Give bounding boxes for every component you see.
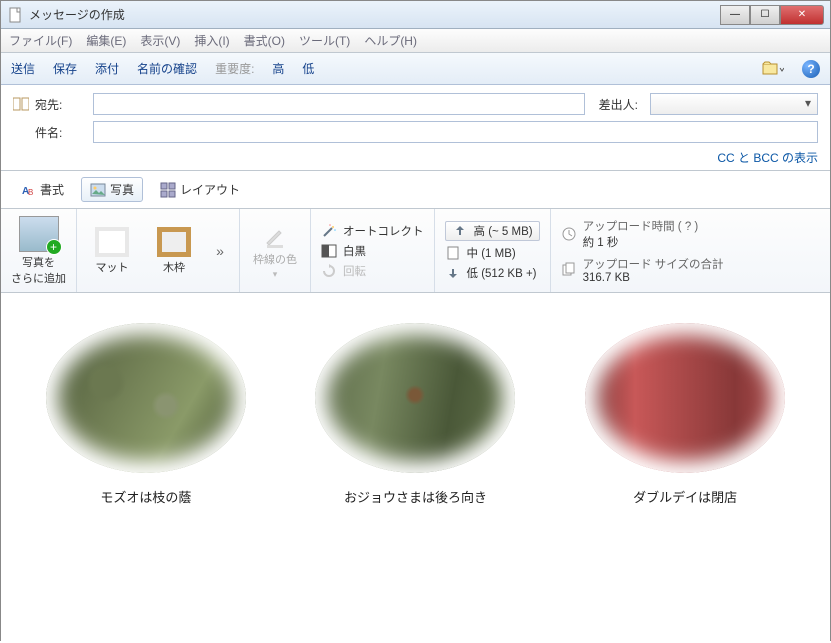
add-photo-icon (19, 216, 59, 252)
add-photo-button[interactable]: 写真を さらに追加 (11, 216, 66, 286)
clock-icon (561, 226, 577, 242)
chevron-down-icon: ▾ (273, 269, 278, 280)
pages-icon (561, 262, 577, 278)
save-button[interactable]: 保存 (53, 60, 77, 77)
autocorrect-button[interactable]: オートコレクト (321, 223, 424, 239)
subject-input[interactable] (93, 121, 818, 143)
border-color-button: 枠線の色 ▾ (250, 221, 300, 280)
folder-dropdown-icon[interactable] (762, 60, 784, 78)
photo-caption: モズオは枝の蔭 (100, 487, 191, 506)
photo-icon (90, 182, 106, 198)
frame-matte[interactable]: マット (87, 227, 137, 275)
to-input[interactable] (93, 93, 585, 115)
tab-photo[interactable]: 写真 (81, 177, 143, 202)
minimize-button[interactable]: — (720, 5, 750, 25)
wand-icon (321, 223, 337, 239)
menu-insert[interactable]: 挿入(I) (194, 32, 229, 49)
ribbon-info-group: アップロード時間 ( ? ) 約 1 秒 アップロード サイズの合計 316.7… (551, 209, 830, 292)
rotate-icon (321, 263, 337, 279)
layout-icon (160, 182, 176, 198)
tab-format[interactable]: AB 書式 (11, 177, 73, 202)
photo-ribbon: 写真を さらに追加 マット 木枠 » 枠線の色 ▾ オートコレクト (1, 209, 830, 293)
photo-gallery: モズオは枝の蔭 おジョウさまは後ろ向き ダブルデイは閉店 (21, 323, 810, 506)
frame-wood[interactable]: 木枠 (149, 227, 199, 275)
menu-tools[interactable]: ツール(T) (299, 32, 350, 49)
paint-icon (261, 221, 289, 249)
text-format-icon: AB (20, 182, 36, 198)
close-button[interactable]: ✕ (780, 5, 824, 25)
action-toolbar: 送信 保存 添付 名前の確認 重要度: 高 低 ? (1, 53, 830, 85)
size-low-button[interactable]: 低 (512 KB +) (445, 265, 540, 281)
tab-layout[interactable]: レイアウト (151, 177, 249, 202)
rotate-button[interactable]: 回転 (321, 263, 424, 279)
message-body[interactable]: モズオは枝の蔭 おジョウさまは後ろ向き ダブルデイは閉店 (1, 293, 830, 643)
window-title: メッセージの作成 (29, 6, 720, 23)
photo-item[interactable]: モズオは枝の蔭 (46, 323, 246, 506)
photo-caption: おジョウさまは後ろ向き (344, 487, 487, 506)
upload-high-icon (452, 223, 468, 239)
menubar: ファイル(F) 編集(E) 表示(V) 挿入(I) 書式(O) ツール(T) ヘ… (1, 29, 830, 53)
ribbon-border-group: 枠線の色 ▾ (240, 209, 311, 292)
document-icon (7, 7, 23, 23)
svg-text:B: B (28, 188, 33, 197)
size-high-button[interactable]: 高 (~ 5 MB) (445, 221, 540, 241)
photo-thumbnail (46, 323, 246, 473)
ribbon-frame-group: マット 木枠 » (77, 209, 240, 292)
photo-item[interactable]: ダブルデイは閉店 (585, 323, 785, 506)
photo-thumbnail (315, 323, 515, 473)
priority-low[interactable]: 低 (302, 60, 314, 77)
sender-dropdown[interactable] (650, 93, 818, 115)
matte-thumb-icon (95, 227, 129, 257)
subject-label: 件名: (35, 124, 87, 141)
priority-label: 重要度: (215, 60, 254, 77)
page-icon (445, 245, 461, 261)
addressbook-icon[interactable] (13, 97, 29, 111)
size-med-button[interactable]: 中 (1 MB) (445, 245, 540, 261)
checknames-button[interactable]: 名前の確認 (137, 60, 197, 77)
ribbon-size-group: 高 (~ 5 MB) 中 (1 MB) 低 (512 KB +) (435, 209, 551, 292)
bw-icon (321, 243, 337, 259)
menu-file[interactable]: ファイル(F) (9, 32, 72, 49)
maximize-button[interactable]: ☐ (750, 5, 780, 25)
menu-edit[interactable]: 編集(E) (86, 32, 126, 49)
attach-button[interactable]: 添付 (95, 60, 119, 77)
address-block: 宛先: 差出人: 件名: CC と BCC の表示 (1, 85, 830, 171)
help-icon[interactable]: ? (802, 60, 820, 78)
menu-format[interactable]: 書式(O) (244, 32, 285, 49)
titlebar: メッセージの作成 — ☐ ✕ (1, 1, 830, 29)
menu-help[interactable]: ヘルプ(H) (364, 32, 417, 49)
ccbcc-link[interactable]: CC と BCC の表示 (13, 149, 818, 166)
upload-size-row: アップロード サイズの合計 316.7 KB (561, 256, 724, 284)
to-label: 宛先: (35, 96, 87, 113)
photo-thumbnail (585, 323, 785, 473)
sender-label: 差出人: (599, 96, 638, 113)
priority-high[interactable]: 高 (272, 60, 284, 77)
ribbon-correct-group: オートコレクト 白黒 回転 (311, 209, 435, 292)
download-low-icon (445, 265, 461, 281)
send-button[interactable]: 送信 (11, 60, 35, 77)
menu-view[interactable]: 表示(V) (140, 32, 180, 49)
upload-time-row: アップロード時間 ( ? ) 約 1 秒 (561, 218, 724, 250)
window-controls: — ☐ ✕ (720, 5, 824, 25)
bw-button[interactable]: 白黒 (321, 243, 424, 259)
ribbon-add-group: 写真を さらに追加 (1, 209, 77, 292)
view-tabs: AB 書式 写真 レイアウト (1, 171, 830, 209)
photo-caption: ダブルデイは閉店 (633, 487, 737, 506)
frame-more[interactable]: » (211, 243, 229, 259)
wood-thumb-icon (157, 227, 191, 257)
photo-item[interactable]: おジョウさまは後ろ向き (315, 323, 515, 506)
